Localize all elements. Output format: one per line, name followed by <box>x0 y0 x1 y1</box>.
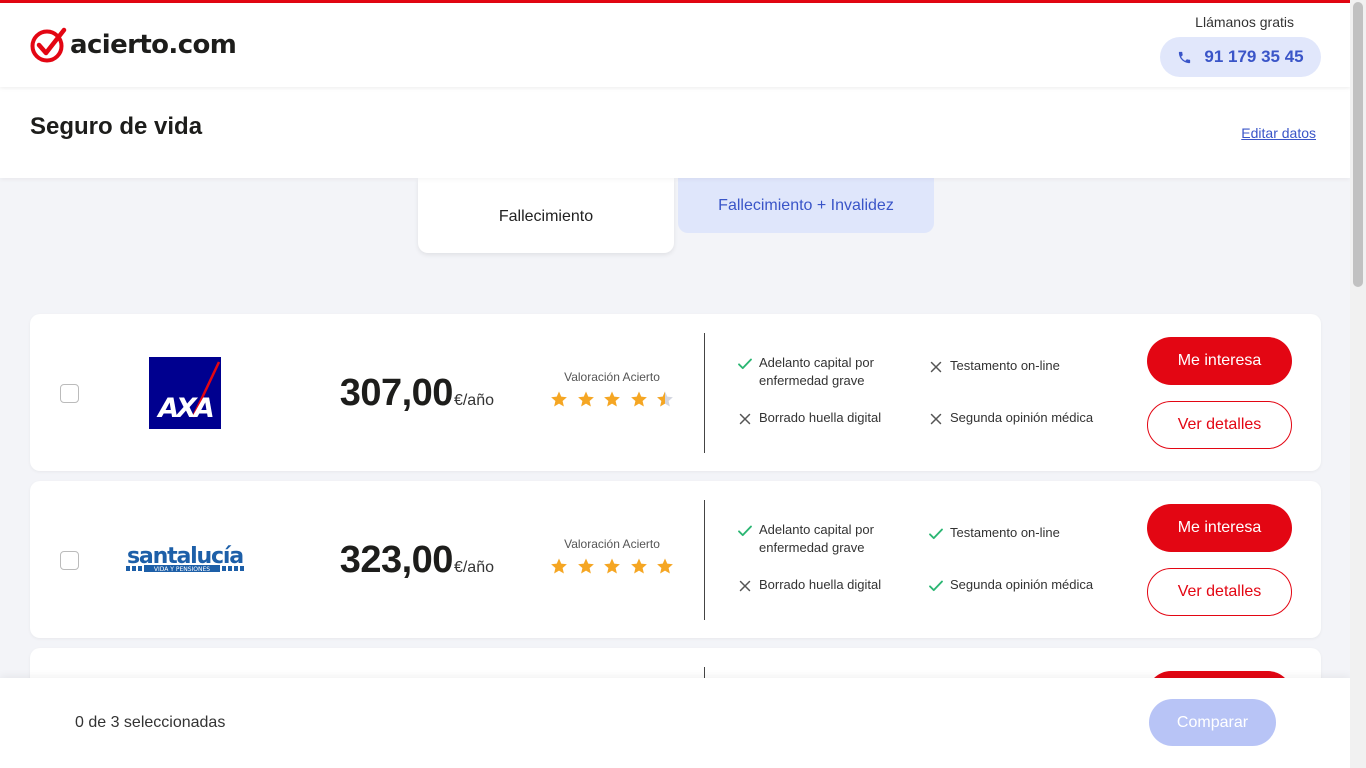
ver-detalles-button[interactable]: Ver detalles <box>1147 568 1292 616</box>
price-amount: 323,00 <box>339 539 454 581</box>
rating-stars <box>548 557 676 575</box>
feature-label: Adelanto capital por enfermedad grave <box>759 355 874 388</box>
cross-icon <box>739 413 751 425</box>
site-logo[interactable]: acierto.com <box>30 27 237 63</box>
edit-data-link[interactable]: Editar datos <box>1241 125 1316 141</box>
star-icon <box>630 391 647 407</box>
feature-item: Adelanto capital por enfermedad grave <box>736 521 896 557</box>
santalucia-subtitle: VIDA Y PENSIONES <box>154 566 210 573</box>
rating-stars <box>548 390 676 408</box>
santalucia-logo: santalucía VIDA Y PENSIONES <box>126 544 245 573</box>
scrollbar-thumb[interactable] <box>1353 2 1363 287</box>
compare-button[interactable]: Comparar <box>1149 699 1276 746</box>
page-title: Seguro de vida <box>30 113 203 140</box>
card-divider <box>704 333 705 453</box>
star-icon <box>577 391 594 407</box>
select-checkbox[interactable] <box>60 384 79 403</box>
feature-item: Testamento on-line <box>927 524 1097 543</box>
feature-label: Testamento on-line <box>950 358 1060 373</box>
feature-label: Segunda opinión médica <box>950 410 1094 425</box>
svg-text:AXA: AXA <box>156 393 213 424</box>
rating-label: Valoración Acierto <box>564 370 660 384</box>
star-half-icon <box>657 391 673 407</box>
feature-item: Borrado huella digital <box>736 576 906 595</box>
cross-icon <box>930 413 942 425</box>
star-icon <box>551 391 567 407</box>
phone-icon <box>1179 51 1191 63</box>
price-unit: €/año <box>453 559 494 576</box>
feature-item: Segunda opinión médica <box>927 576 1107 595</box>
phone-button[interactable]: 91 179 35 45 <box>1160 37 1321 77</box>
logo-check-icon <box>30 27 67 63</box>
star-icon <box>630 558 647 574</box>
star-icon <box>551 558 567 574</box>
feature-item: Segunda opinión médica <box>927 409 1107 428</box>
tab-fallecimiento[interactable]: Fallecimiento <box>418 178 674 253</box>
rating: Valoración Acierto <box>548 370 676 408</box>
check-icon <box>738 358 752 370</box>
rating: Valoración Acierto <box>548 537 676 575</box>
feature-label: Segunda opinión médica <box>950 577 1094 592</box>
page-subheader: Seguro de vida Editar datos <box>0 87 1350 178</box>
cross-icon <box>930 361 942 373</box>
result-card-axa: AXA 307,00 €/año Valoración Acierto Adel… <box>30 314 1321 471</box>
selected-count: 0 de 3 seleccionadas <box>75 714 226 731</box>
check-icon <box>929 528 943 540</box>
card-divider <box>704 500 705 620</box>
price: 307,00 €/año <box>340 372 494 415</box>
feature-label: Borrado huella digital <box>759 577 882 592</box>
result-card-santalucia: santalucía VIDA Y PENSIONES 323,00 €/año… <box>30 481 1321 638</box>
page-scrollbar[interactable] <box>1350 0 1366 768</box>
ver-detalles-button[interactable]: Ver detalles <box>1147 401 1292 449</box>
star-icon <box>657 558 673 574</box>
feature-item: Testamento on-line <box>927 357 1097 376</box>
feature-label: Borrado huella digital <box>759 410 882 425</box>
check-icon <box>929 580 943 592</box>
phone-number: 91 179 35 45 <box>1204 47 1304 66</box>
cross-icon <box>739 580 751 592</box>
feature-item: Adelanto capital por enfermedad grave <box>736 354 896 390</box>
compare-footer: 0 de 3 seleccionadas Comparar <box>0 678 1350 768</box>
me-interesa-button[interactable]: Me interesa <box>1147 504 1292 552</box>
site-header: acierto.com Llámanos gratis 91 179 35 45 <box>0 3 1350 87</box>
feature-label: Adelanto capital por enfermedad grave <box>759 522 874 555</box>
star-icon <box>604 558 620 574</box>
rating-label: Valoración Acierto <box>564 537 660 551</box>
feature-item: Borrado huella digital <box>736 409 906 428</box>
price-unit: €/año <box>453 392 494 409</box>
select-checkbox[interactable] <box>60 551 79 570</box>
tab-fallecimiento-invalidez[interactable]: Fallecimiento + Invalidez <box>678 178 934 233</box>
price-amount: 307,00 <box>339 372 454 414</box>
logo-text: acierto.com <box>70 30 237 60</box>
star-icon <box>577 558 594 574</box>
star-icon <box>604 391 620 407</box>
price: 323,00 €/año <box>340 539 494 582</box>
call-free-label: Llámanos gratis <box>1195 14 1294 30</box>
axa-logo: AXA <box>149 357 221 429</box>
feature-label: Testamento on-line <box>950 525 1060 540</box>
me-interesa-button[interactable]: Me interesa <box>1147 337 1292 385</box>
check-icon <box>738 525 752 537</box>
